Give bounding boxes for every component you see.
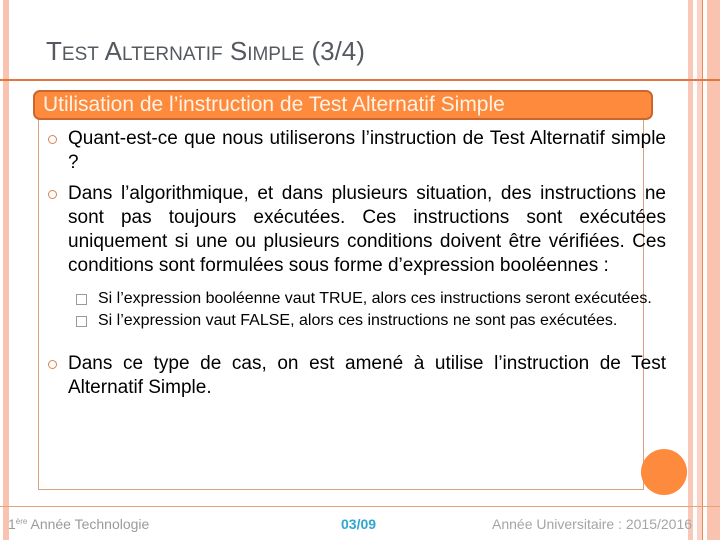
sub-bullet-text: Si l’expression booléenne vaut TRUE, alo… — [98, 290, 652, 307]
right-decorative-stripe — [707, 0, 720, 540]
bullet-item: Dans ce type de cas, on est amené à util… — [46, 352, 666, 400]
title-initial: T — [46, 36, 62, 66]
footer-course-superscript: ère — [15, 517, 28, 526]
title-initial: S — [229, 36, 248, 66]
sub-bullet-item: Si l’expression booléenne vaut TRUE, alo… — [46, 288, 672, 310]
bullet-item: Quant-est-ce que nous utiliserons l’inst… — [46, 127, 666, 175]
title-text: LTERNATIF — [121, 44, 223, 65]
footer-course-number: 1 — [8, 516, 16, 532]
right-decorative-line — [702, 0, 703, 540]
slide-title: TEST ALTERNATIF SIMPLE (3/4) — [46, 36, 365, 67]
bullet-text: Dans ce type de cas, on est amené à util… — [68, 353, 666, 398]
title-initial: A — [104, 36, 122, 66]
footer-divider — [0, 506, 720, 507]
circle-bullet-icon — [48, 360, 57, 369]
bullet-text: Quant-est-ce que nous utiliserons l’inst… — [68, 128, 666, 173]
title-text: IMPLE — [247, 44, 305, 65]
title-text: EST — [61, 44, 99, 65]
sub-bullet-text: Si l’expression vaut FALSE, alors ces in… — [98, 312, 618, 329]
title-page-indicator: (3/4) — [311, 36, 365, 66]
slide-content: Quant-est-ce que nous utiliserons l’inst… — [46, 125, 666, 400]
decorative-orange-circle — [641, 449, 687, 495]
square-bullet-icon — [76, 294, 87, 305]
right-decorative-stripe — [688, 0, 693, 540]
footer-course: 1ère Année Technologie — [8, 516, 149, 532]
sub-bullet-item: Si l’expression vaut FALSE, alors ces in… — [46, 310, 672, 332]
square-bullet-icon — [76, 316, 87, 327]
bullet-item: Dans l’algorithmique, et dans plusieurs … — [46, 182, 666, 278]
footer-course-text: Année Technologie — [27, 516, 150, 532]
circle-bullet-icon — [48, 190, 57, 199]
title-divider — [0, 79, 720, 81]
footer-academic-year: Année Universitaire : 2015/2016 — [492, 516, 693, 532]
left-decorative-stripe — [3, 0, 9, 540]
section-header: Utilisation de l’instruction de Test Alt… — [33, 90, 653, 120]
page-number: 03/09 — [341, 516, 377, 532]
circle-bullet-icon — [48, 135, 57, 144]
bullet-text: Dans l’algorithmique, et dans plusieurs … — [68, 183, 666, 276]
